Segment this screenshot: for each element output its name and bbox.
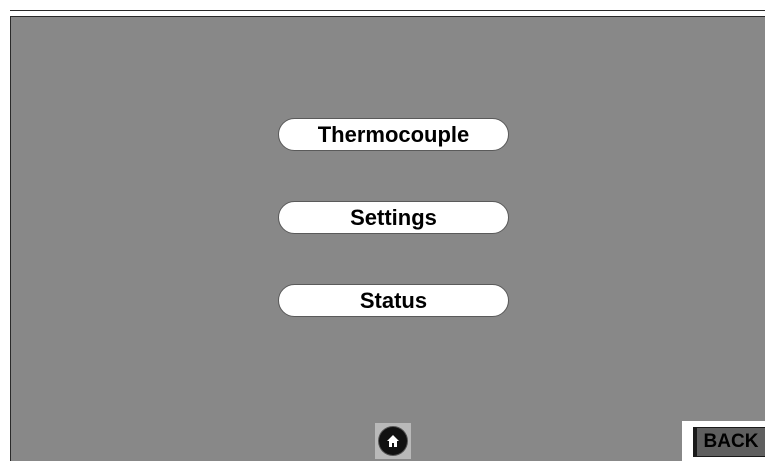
- home-button[interactable]: [375, 423, 411, 459]
- top-border: [10, 10, 765, 11]
- back-button[interactable]: BACK: [693, 427, 765, 457]
- status-button[interactable]: Status: [278, 284, 509, 317]
- hmi-screen: [10, 16, 765, 461]
- home-icon: [387, 435, 399, 447]
- hmi-frame: Thermocouple Settings Status BACK: [0, 0, 765, 466]
- thermocouple-button[interactable]: Thermocouple: [278, 118, 509, 151]
- home-icon-circle: [379, 427, 407, 455]
- settings-button[interactable]: Settings: [278, 201, 509, 234]
